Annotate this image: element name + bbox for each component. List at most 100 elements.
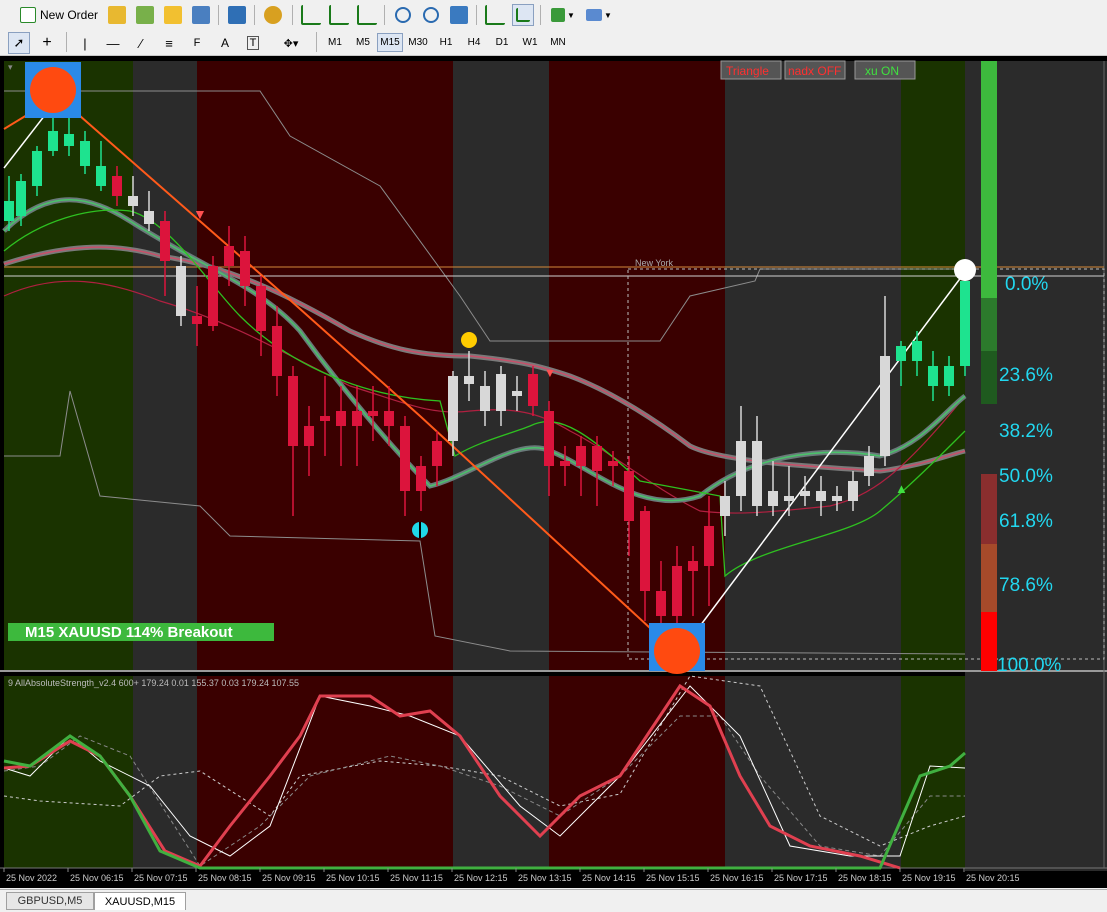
time-label: 25 Nov 2022 <box>6 873 57 883</box>
neutral-zone <box>725 676 901 868</box>
timeframe-h4[interactable]: H4 <box>461 33 487 52</box>
timeframe-w1[interactable]: W1 <box>517 33 543 52</box>
neutral-zone <box>725 61 901 671</box>
candle-body <box>4 201 14 221</box>
candle-body <box>608 461 618 466</box>
candle-body <box>848 481 858 501</box>
neutral-zone <box>453 676 549 868</box>
tile-windows-icon[interactable] <box>448 4 470 26</box>
channel-icon[interactable]: ≡ <box>158 32 180 54</box>
triangle-button[interactable]: Triangle <box>720 60 782 80</box>
candle-body <box>800 491 810 496</box>
horizontal-line-icon[interactable]: — <box>102 32 124 54</box>
timeframe-d1[interactable]: D1 <box>489 33 515 52</box>
candle-body <box>176 266 186 316</box>
fib-bar-segment <box>981 612 997 671</box>
chart-window[interactable]: New York ▼ ▼ ▲ 0.0% 23.6% 38.2% 50.0% 61… <box>0 56 1107 888</box>
candlestick-icon[interactable] <box>328 4 350 26</box>
candle-body <box>496 374 506 411</box>
fib-level-23-6: 23.6% <box>999 365 1053 386</box>
session-label: New York <box>635 258 674 268</box>
vertical-line-icon[interactable]: | <box>74 32 96 54</box>
new-order-button[interactable]: New Order <box>18 4 100 26</box>
candle-body <box>304 426 314 446</box>
main-toolbar: New Order ▼ ▼ <box>0 0 1107 31</box>
zoom-in-icon[interactable] <box>392 4 414 26</box>
tab-xauusd-m15[interactable]: XAUUSD,M15 <box>94 892 186 910</box>
time-label: 25 Nov 07:15 <box>134 873 188 883</box>
candle-body <box>144 211 154 224</box>
candle-body <box>928 366 938 386</box>
chart-shift-icon[interactable] <box>512 4 534 26</box>
candle-body <box>736 441 746 496</box>
candle-body <box>272 326 282 376</box>
fib-level-38-2: 38.2% <box>999 421 1053 442</box>
candle-body <box>880 356 890 456</box>
timeframe-m1[interactable]: M1 <box>322 33 348 52</box>
indicators-icon[interactable]: ▼ <box>548 4 578 26</box>
experts-icon[interactable] <box>262 4 284 26</box>
timeframe-m30[interactable]: M30 <box>405 33 431 52</box>
candle-body <box>784 496 794 501</box>
candle-body <box>480 386 490 411</box>
candle-body <box>128 196 138 206</box>
navigator-icon[interactable] <box>162 4 184 26</box>
data-window-icon[interactable] <box>134 4 156 26</box>
neutral-zone <box>133 676 197 868</box>
fib-level-50: 50.0% <box>999 466 1053 487</box>
candle-body <box>592 446 602 471</box>
fibonacci-icon[interactable]: F <box>186 32 208 54</box>
candle-body <box>944 366 954 386</box>
candle-body <box>576 446 586 466</box>
candle-body <box>528 374 538 406</box>
fib-level-0: 0.0% <box>1005 274 1048 295</box>
nadx-button[interactable]: nadx OFF <box>784 60 846 80</box>
zoom-out-icon[interactable] <box>420 4 442 26</box>
timeframe-m5[interactable]: M5 <box>350 33 376 52</box>
time-axis: 25 Nov 2022 25 Nov 06:15 25 Nov 07:15 25 No… <box>3 868 1020 883</box>
candle-body <box>768 491 778 506</box>
text-icon[interactable]: A <box>214 32 236 54</box>
candle-body <box>720 496 730 516</box>
market-watch-icon[interactable] <box>106 4 128 26</box>
candle-body <box>352 411 362 426</box>
candle-body <box>240 251 250 286</box>
text-label-icon[interactable]: T <box>242 32 264 54</box>
candle-body <box>160 221 170 261</box>
line-chart-icon[interactable] <box>356 4 378 26</box>
candle-body <box>448 376 458 441</box>
price-chart[interactable]: New York ▼ ▼ ▲ 0.0% 23.6% 38.2% 50.0% 61… <box>0 56 1107 888</box>
fractal-up-icon <box>461 332 477 348</box>
crosshair-icon[interactable]: + <box>36 32 58 54</box>
chart-collapse-icon: ▾ <box>8 62 13 72</box>
fullscreen-icon[interactable] <box>226 4 248 26</box>
session-zones <box>4 61 1107 871</box>
svg-text:xu ON: xu ON <box>865 64 899 78</box>
buy-arrow-icon: ▲ <box>895 481 908 496</box>
arrows-icon[interactable]: ✥▾ <box>276 32 306 54</box>
tab-gbpusd-m5[interactable]: GBPUSD,M5 <box>6 892 94 910</box>
candle-body <box>368 411 378 416</box>
time-label: 25 Nov 15:15 <box>646 873 700 883</box>
candle-body <box>112 176 122 196</box>
templates-icon[interactable]: ▼ <box>584 4 614 26</box>
cursor-icon[interactable]: ➚ <box>8 32 30 54</box>
fib-level-61-8: 61.8% <box>999 511 1053 532</box>
timeframe-mn[interactable]: MN <box>545 33 571 52</box>
xu-button[interactable]: xu ON <box>854 60 916 80</box>
fib-bar-segment <box>981 61 997 298</box>
candle-body <box>16 181 26 216</box>
terminal-icon[interactable] <box>190 4 212 26</box>
candle-body <box>80 141 90 166</box>
timeframe-m15[interactable]: M15 <box>377 33 403 52</box>
auto-scroll-icon[interactable] <box>484 4 506 26</box>
time-label: 25 Nov 08:15 <box>198 873 252 883</box>
trendline-icon[interactable]: ∕ <box>130 32 152 54</box>
candle-body <box>320 416 330 421</box>
candle-body <box>688 561 698 571</box>
candle-body <box>864 456 874 476</box>
candle-body <box>560 461 570 466</box>
bar-chart-icon[interactable] <box>300 4 322 26</box>
candle-body <box>960 281 970 366</box>
timeframe-h1[interactable]: H1 <box>433 33 459 52</box>
